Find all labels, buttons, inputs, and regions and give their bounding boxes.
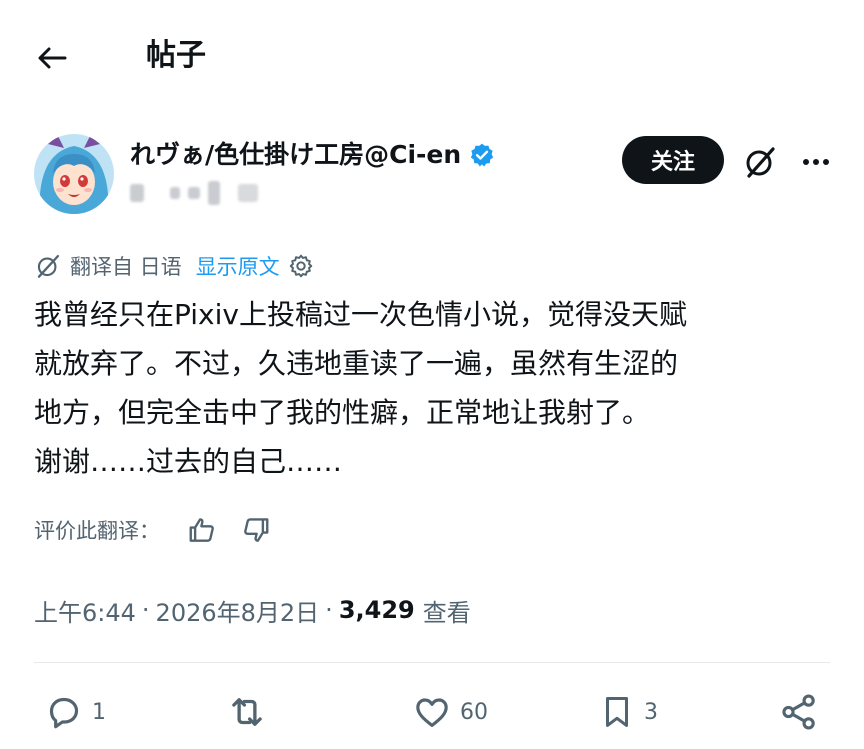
meta-separator: · [141,596,150,624]
divider [34,662,830,663]
share-icon [782,694,815,730]
post-time[interactable]: 上午6:44 [34,593,136,628]
post-author: れヴぁ/色仕掛け工房@Ci-en 关注 [0,120,864,220]
follow-button[interactable]: 关注 [622,136,724,184]
redacted-block [170,187,180,199]
post-text: 我曾经只在Pixiv上投稿过一次色情小说，觉得没天赋 就放弃了。不过，久违地重读… [34,290,834,486]
arrow-left-icon [38,47,67,69]
views-count: 3,429 [338,596,415,624]
post-text-line: 地方，但完全击中了我的性癖，正常地让我射了。 [34,396,651,429]
translation-source-label: 翻译自 日语 [70,255,182,279]
more-options-button[interactable] [796,142,836,182]
grok-icon [746,147,775,178]
post-text-line: 我曾经只在Pixiv上投稿过一次色情小说，觉得没天赋 [34,298,687,331]
reply-button[interactable]: 1 [44,686,106,738]
reply-count: 1 [92,699,106,725]
post-metadata: 上午6:44 · 2026年8月2日 · 3,429 查看 [34,590,471,630]
redacted-block [238,184,258,202]
thumbs-up-icon [189,518,214,542]
translation-notice: 翻译自 日语 显示原文 [34,248,314,284]
like-count: 60 [460,699,488,725]
show-original-link[interactable]: 显示原文 [196,251,280,281]
repost-icon [232,698,262,726]
post-date[interactable]: 2026年8月2日 [156,593,320,628]
top-bar: 帖子 [0,0,864,110]
reply-icon [49,697,79,729]
author-handle-redacted [130,180,258,206]
more-horizontal-icon [803,159,829,165]
bookmark-icon [605,697,629,727]
post-actions: 1 60 3 [0,686,864,738]
meta-separator: · [325,596,333,624]
redacted-block [208,181,220,205]
grok-translate-icon [37,254,60,278]
page-title: 帖子 [146,38,206,73]
rate-translation: 评价此翻译： [34,508,276,552]
author-display-name[interactable]: れヴぁ/色仕掛け工房@Ci-en [130,138,461,172]
bookmark-count: 3 [644,699,658,725]
heart-icon [416,698,448,727]
views-label: 查看 [422,598,471,627]
thumbs-up-button[interactable] [182,510,222,550]
post-text-line: 就放弃了。不过，久违地重读了一遍，虽然有生涩的 [34,347,679,380]
rate-translation-label: 评价此翻译： [34,519,160,543]
share-button[interactable] [778,686,820,738]
repost-button[interactable] [226,686,268,738]
thumbs-down-button[interactable] [236,510,276,550]
post-text-line: 谢谢……过去的自己…… [34,445,343,478]
grok-button[interactable] [740,142,780,182]
avatar-illustration [34,134,114,214]
redacted-block [130,184,144,202]
thumbs-down-icon [244,518,269,542]
bookmark-button[interactable]: 3 [598,686,658,738]
author-name-row: れヴぁ/色仕掛け工房@Ci-en [130,138,495,172]
back-button[interactable] [32,38,72,78]
like-button[interactable]: 60 [412,686,488,738]
verified-badge-icon [471,143,494,167]
redacted-block [188,187,200,199]
gear-icon[interactable] [288,253,314,279]
avatar[interactable] [34,134,114,214]
